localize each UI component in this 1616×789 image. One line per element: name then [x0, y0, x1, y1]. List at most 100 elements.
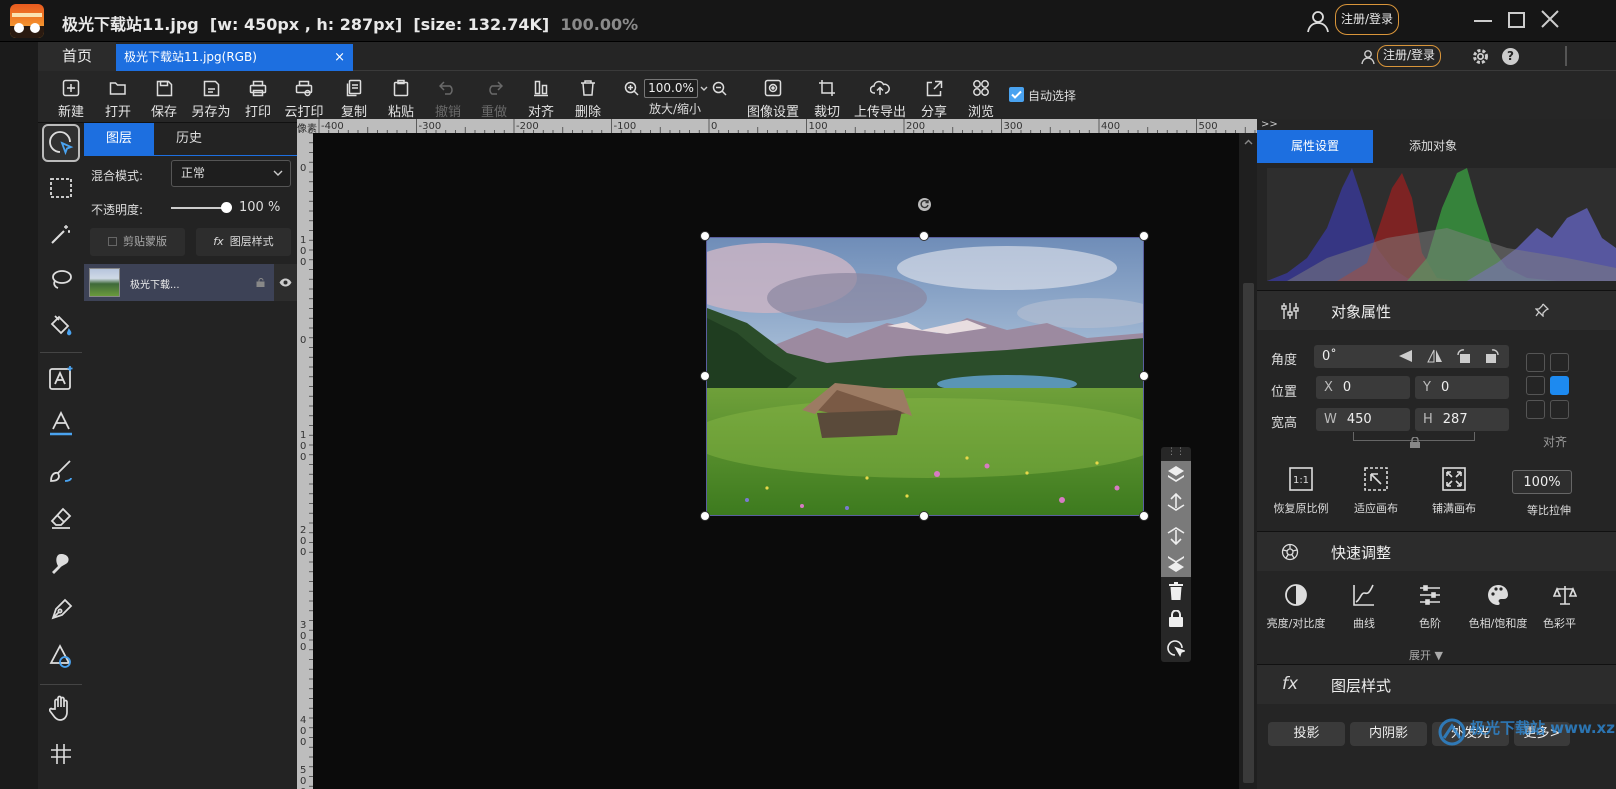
drag-handle-icon[interactable]: ⋮⋮	[1161, 447, 1191, 459]
object-props-header[interactable]: 对象属性	[1257, 290, 1616, 330]
redo-button[interactable]: 重做	[476, 77, 512, 120]
smudge-tool[interactable]	[42, 545, 80, 583]
align-bottom-center[interactable]	[1550, 400, 1569, 419]
user-icon[interactable]	[1305, 8, 1331, 34]
hue-saturation-button[interactable]: 色相/饱和度	[1463, 583, 1533, 631]
shape-tool[interactable]	[42, 637, 80, 675]
quick-adjust-header[interactable]: 快速调整	[1257, 531, 1616, 571]
new-button[interactable]: 新建	[53, 77, 89, 120]
zoom-input[interactable]: 100.0%	[644, 79, 698, 98]
send-to-back-icon[interactable]	[1167, 553, 1185, 573]
resize-handle-l[interactable]	[700, 371, 710, 381]
move-down-icon[interactable]	[1167, 523, 1185, 545]
select-tool[interactable]	[42, 124, 80, 162]
restore-ratio-button[interactable]: 1:1 恢复原比例	[1267, 466, 1335, 516]
flip-horizontal-icon[interactable]	[1397, 348, 1413, 364]
select-cursor-icon[interactable]	[1167, 639, 1185, 657]
image-settings-button[interactable]: 图像设置	[744, 77, 802, 120]
width-field[interactable]: W 450	[1316, 408, 1410, 431]
tab-properties[interactable]: 属性设置	[1257, 130, 1373, 163]
rotate-handle-icon[interactable]	[918, 198, 931, 211]
rotate-right-icon[interactable]	[1484, 348, 1500, 364]
x-field[interactable]: X0	[1316, 376, 1410, 399]
pen-tool[interactable]	[42, 591, 80, 629]
scroll-up-icon[interactable]	[1244, 139, 1253, 145]
rect-select-tool[interactable]	[42, 169, 80, 207]
layer-style-button[interactable]: fx 图层样式	[196, 228, 291, 256]
resize-handle-b[interactable]	[919, 511, 929, 521]
resize-handle-t[interactable]	[919, 231, 929, 241]
layer-style-header[interactable]: fx 图层样式	[1257, 664, 1616, 704]
tab-home[interactable]: 首页	[38, 42, 116, 71]
lasso-tool[interactable]	[42, 261, 80, 299]
save-as-button[interactable]: 另存为	[188, 77, 234, 120]
y-field[interactable]: Y0	[1415, 376, 1509, 399]
grid-tool[interactable]	[42, 735, 80, 773]
help-icon[interactable]: ?	[1502, 48, 1519, 65]
resize-handle-br[interactable]	[1139, 511, 1149, 521]
delete-button[interactable]: 删除	[570, 77, 606, 120]
resize-handle-tl[interactable]	[700, 231, 710, 241]
upload-export-button[interactable]: 上传导出	[850, 77, 910, 120]
lock-icon[interactable]	[1169, 610, 1183, 627]
scale-field[interactable]: 100%	[1512, 470, 1572, 494]
share-button[interactable]: 分享	[916, 77, 952, 120]
copy-button[interactable]: 复制	[336, 77, 372, 120]
blend-mode-select[interactable]: 正常	[171, 160, 291, 187]
resize-handle-bl[interactable]	[700, 511, 710, 521]
undo-button[interactable]: 撤销	[430, 77, 466, 120]
auto-select-checkbox[interactable]	[1009, 87, 1024, 102]
canvas-area[interactable]	[313, 133, 1239, 789]
curves-button[interactable]: 曲线	[1339, 583, 1389, 631]
move-up-icon[interactable]	[1167, 493, 1185, 515]
inner-shadow-button[interactable]: 内阴影	[1350, 722, 1427, 746]
expand-button[interactable]: 展开 ▼	[1409, 647, 1443, 663]
fill-bucket-tool[interactable]	[42, 307, 80, 345]
crop-button[interactable]: 裁切	[809, 77, 845, 120]
opacity-slider-handle[interactable]	[221, 202, 232, 213]
brightness-contrast-button[interactable]: 亮度/对比度	[1263, 583, 1329, 631]
vertical-scrollbar[interactable]	[1240, 133, 1257, 789]
align-button[interactable]: 对齐	[523, 77, 559, 120]
visibility-toggle[interactable]	[274, 264, 297, 301]
scrollbar-thumb[interactable]	[1243, 283, 1254, 783]
cloud-print-button[interactable]: 云打印	[281, 77, 327, 120]
resize-handle-r[interactable]	[1139, 371, 1149, 381]
fit-canvas-button[interactable]: 适应画布	[1345, 466, 1407, 516]
layer-row[interactable]: 极光下载...	[84, 264, 274, 301]
tab-add-object[interactable]: 添加对象	[1373, 130, 1493, 163]
rotate-left-icon[interactable]	[1456, 348, 1472, 364]
bring-to-front-icon[interactable]	[1167, 465, 1185, 485]
gear-icon[interactable]	[1472, 48, 1489, 65]
levels-button[interactable]: 色阶	[1405, 583, 1455, 631]
tab-close-icon[interactable]: ×	[334, 44, 345, 71]
chevron-down-icon[interactable]	[700, 86, 708, 92]
magic-wand-tool[interactable]	[42, 215, 80, 253]
collapse-panel-button[interactable]: >>	[1261, 119, 1278, 130]
flip-vertical-icon[interactable]	[1427, 348, 1443, 364]
eraser-tool[interactable]	[42, 499, 80, 537]
tab-history[interactable]: 历史	[154, 123, 224, 155]
login-button[interactable]: 注册/登录	[1335, 4, 1400, 35]
align-top-left[interactable]	[1526, 353, 1545, 372]
zoom-in-icon[interactable]	[624, 81, 639, 96]
print-button[interactable]: 打印	[240, 77, 276, 120]
login-button-small[interactable]: 注册/登录	[1377, 45, 1442, 67]
text-tool[interactable]	[42, 405, 80, 443]
align-bottom-left[interactable]	[1526, 400, 1545, 419]
tab-layers[interactable]: 图层	[84, 123, 154, 155]
aspect-lock-icon[interactable]	[1410, 437, 1420, 448]
save-button[interactable]: 保存	[146, 77, 182, 120]
color-balance-button[interactable]: 色彩平	[1541, 583, 1597, 631]
hand-tool[interactable]	[42, 689, 80, 727]
close-icon[interactable]	[1540, 9, 1560, 29]
browse-button[interactable]: 浏览	[963, 77, 999, 120]
align-top-center[interactable]	[1550, 353, 1569, 372]
text-frame-tool[interactable]	[42, 359, 80, 397]
unlock-icon[interactable]	[256, 278, 265, 287]
paste-button[interactable]: 粘贴	[383, 77, 419, 120]
align-center[interactable]	[1550, 376, 1569, 395]
trash-icon[interactable]	[1169, 582, 1183, 600]
minimize-icon[interactable]	[1474, 20, 1492, 22]
fill-canvas-button[interactable]: 铺满画布	[1423, 466, 1485, 516]
